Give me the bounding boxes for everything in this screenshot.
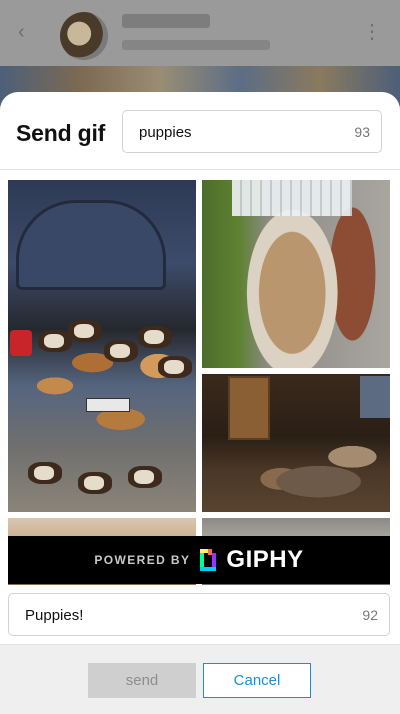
giphy-attribution: POWERED BY GIPHY [8,536,390,584]
gif-tv [360,376,390,418]
gif-puppy [78,472,112,494]
send-gif-modal: Send gif 93 POWERED [0,92,400,714]
modal-header: Send gif 93 [0,92,400,170]
gif-car-light [10,330,32,356]
gif-door [228,376,270,440]
powered-by-label: POWERED BY [94,553,191,567]
contact-name-placeholder [122,14,210,28]
gif-puppy [158,356,192,378]
gif-result-3[interactable] [202,374,390,512]
gif-puppy [28,462,62,484]
send-button[interactable]: send [88,663,196,698]
contact-status-placeholder [122,40,270,50]
giphy-logo-icon [198,547,218,573]
gif-puppy [68,320,102,342]
gif-puppy [104,340,138,362]
gif-puppy [138,326,172,348]
gif-laundry-basket [232,180,352,216]
gif-license-plate [86,398,130,412]
more-icon: ⋮ [362,21,382,43]
caption-input[interactable] [25,606,325,624]
gif-puppy [38,330,72,352]
gif-car-trunk [16,200,166,290]
caption-char-count: 92 [362,607,378,623]
gif-search-field[interactable]: 93 [122,110,382,153]
modal-footer: send Cancel [0,644,400,714]
caption-field[interactable]: 92 [8,593,390,636]
gif-result-1[interactable] [8,180,196,512]
gif-result-2[interactable] [202,180,390,368]
gif-search-input[interactable] [139,123,329,141]
search-char-count: 93 [354,124,370,140]
cancel-button[interactable]: Cancel [203,663,311,698]
modal-title: Send gif [16,120,106,146]
chevron-left-icon: ‹ [18,21,25,43]
background-chat-header: ‹ ⋮ [0,0,400,66]
giphy-wordmark: GIPHY [226,546,304,573]
gif-results-grid[interactable]: POWERED BY GIPHY [8,180,390,585]
avatar [60,12,108,60]
gif-puppy [128,466,162,488]
